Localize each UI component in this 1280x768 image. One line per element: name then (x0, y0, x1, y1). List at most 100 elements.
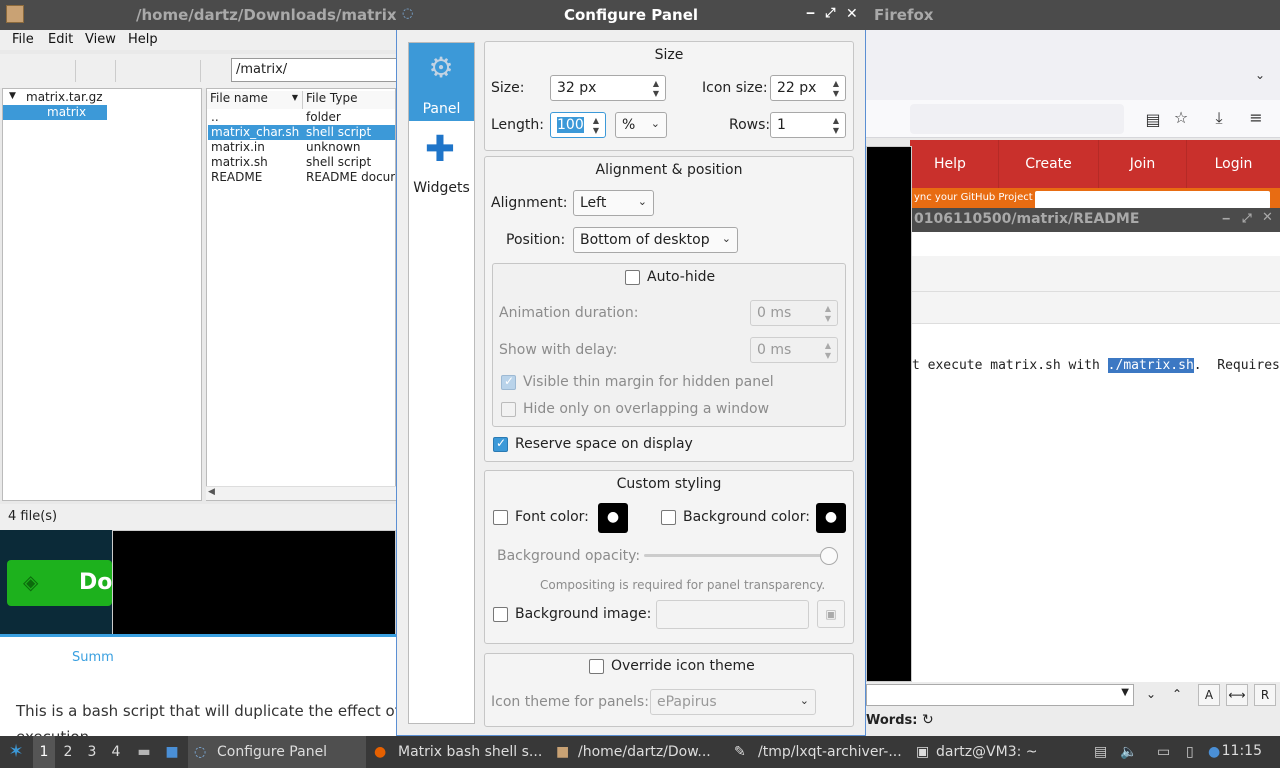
archive-path-input[interactable]: /matrix/ (231, 58, 401, 82)
expand-icon[interactable]: ▼ (9, 91, 16, 101)
start-menu-icon[interactable]: ✶ (4, 736, 28, 768)
spin-down-icon[interactable]: ▼ (830, 89, 842, 98)
tree-item-archive[interactable]: matrix.tar.gz (26, 90, 103, 104)
column-header-name[interactable]: File name ▼ (207, 91, 303, 109)
reader-view-icon[interactable]: ▤ (1141, 110, 1165, 129)
autohide-checkbox[interactable] (625, 270, 640, 285)
table-row[interactable]: README README docur (208, 170, 395, 185)
site-search-input[interactable] (1035, 191, 1270, 209)
overlap-checkbox[interactable] (501, 402, 516, 417)
icon-theme-select[interactable]: ePapirus ⌄ (650, 689, 816, 715)
close-icon[interactable]: ✕ (846, 6, 858, 22)
network-icon[interactable]: ▭ (1157, 744, 1170, 760)
rows-spinbox[interactable]: 1 ▲ ▼ (770, 112, 846, 138)
spin-up-icon[interactable]: ▲ (822, 304, 834, 313)
removable-media-icon[interactable]: ▯ (1186, 744, 1194, 760)
column-header-type[interactable]: File Type (303, 91, 395, 109)
find-prev-icon[interactable]: ⌃ (1166, 684, 1188, 706)
sidebar-item-panel[interactable]: ⚙ Panel (409, 43, 474, 121)
spin-down-icon[interactable]: ▼ (650, 89, 662, 98)
sidebar-item-widgets[interactable]: ✚ Widgets (409, 126, 474, 202)
close-icon[interactable]: ✕ (1262, 210, 1273, 225)
match-case-icon[interactable]: A (1198, 684, 1220, 706)
horizontal-scrollbar[interactable]: ◀ (206, 486, 396, 500)
maximize-icon[interactable]: ⤢ (1242, 211, 1252, 226)
opacity-slider-track[interactable] (644, 554, 838, 557)
spin-down-icon[interactable]: ▼ (830, 126, 842, 135)
spin-up-icon[interactable]: ▲ (822, 341, 834, 350)
table-row[interactable]: matrix_char.sh shell script (208, 125, 395, 140)
download-button[interactable]: ◈ Do (7, 560, 112, 606)
animation-duration-spinbox[interactable]: 0 ms ▲ ▼ (750, 300, 838, 326)
desktop-4[interactable]: 4 (105, 736, 127, 768)
background-image-checkbox[interactable] (493, 607, 508, 622)
task-configure-panel[interactable]: ◌ Configure Panel (188, 736, 366, 768)
notification-icon[interactable]: ● (1208, 744, 1220, 760)
desktop-2[interactable]: 2 (57, 736, 79, 768)
thin-margin-checkbox[interactable] (501, 374, 516, 390)
icon-size-spinbox[interactable]: 22 px ▲ ▼ (770, 75, 846, 101)
chevron-down-icon[interactable]: ▼ (1121, 687, 1129, 698)
menu-help[interactable]: Help (128, 32, 158, 47)
table-row[interactable]: matrix.in unknown (208, 140, 395, 155)
find-next-icon[interactable]: ⌄ (1140, 684, 1162, 706)
size-spinbox[interactable]: 32 px ▲ ▼ (550, 75, 666, 101)
find-input[interactable]: ▼ (866, 684, 1134, 706)
browse-image-button[interactable]: ▣ (817, 600, 845, 628)
length-unit-select[interactable]: % ⌄ (615, 112, 667, 138)
spin-up-icon[interactable]: ▲ (830, 79, 842, 88)
spin-up-icon[interactable]: ▲ (590, 116, 602, 125)
menu-view[interactable]: View (85, 32, 116, 47)
reserve-space-checkbox[interactable] (493, 436, 508, 452)
font-color-checkbox[interactable] (493, 510, 508, 525)
override-icon-theme-checkbox[interactable] (589, 659, 604, 674)
refresh-icon[interactable]: ↻ (922, 712, 934, 728)
spin-up-icon[interactable]: ▲ (830, 116, 842, 125)
tab-summary[interactable]: Summ (72, 650, 114, 665)
opacity-slider-handle[interactable] (820, 547, 838, 565)
tree-item-matrix[interactable]: matrix (47, 105, 86, 119)
menu-edit[interactable]: Edit (48, 32, 73, 47)
position-select[interactable]: Bottom of desktop ⌄ (573, 227, 738, 253)
nav-login[interactable]: Login (1186, 140, 1280, 188)
whole-word-icon[interactable]: ⟷ (1226, 684, 1248, 706)
chevron-down-icon[interactable]: ⌄ (1248, 68, 1272, 82)
font-color-button[interactable]: ● (598, 503, 628, 533)
task-terminal[interactable]: ▣ dartz@VM3: ~ (912, 736, 1062, 768)
download-icon[interactable]: ⤓ (1207, 108, 1231, 128)
task-firefox[interactable]: ● Matrix bash shell s... (370, 736, 550, 768)
regex-icon[interactable]: R (1254, 684, 1276, 706)
nav-help[interactable]: Help (910, 140, 990, 188)
spin-down-icon[interactable]: ▼ (822, 351, 834, 360)
show-desktop-icon[interactable]: ■ (160, 736, 184, 768)
clipboard-icon[interactable]: ▤ (1094, 744, 1107, 760)
column-name-label: File name (210, 91, 268, 105)
nav-create[interactable]: Create (998, 140, 1098, 188)
maximize-icon[interactable]: ⤢ (825, 6, 835, 21)
task-archiver[interactable]: ■ /home/dartz/Dow... (552, 736, 724, 768)
file-manager-icon[interactable]: ▬ (132, 736, 156, 768)
background-color-checkbox[interactable] (661, 510, 676, 525)
table-row[interactable]: .. folder (208, 110, 395, 125)
background-color-button[interactable]: ● (816, 503, 846, 533)
alignment-select[interactable]: Left ⌄ (573, 190, 654, 216)
volume-icon[interactable]: 🔈 (1120, 744, 1137, 760)
menu-file[interactable]: File (12, 32, 34, 47)
desktop-3[interactable]: 3 (81, 736, 103, 768)
desktop-1[interactable]: 1 (33, 736, 55, 768)
url-field[interactable] (910, 104, 1124, 134)
task-text-editor[interactable]: ✎ /tmp/lxqt-archiver-... (730, 736, 908, 768)
spin-up-icon[interactable]: ▲ (650, 79, 662, 88)
nav-join[interactable]: Join (1098, 140, 1186, 188)
minimize-icon[interactable]: ‒ (1222, 211, 1230, 225)
minimize-icon[interactable]: ‒ (806, 6, 815, 21)
spin-down-icon[interactable]: ▼ (822, 314, 834, 323)
spin-down-icon[interactable]: ▼ (590, 126, 602, 135)
bookmark-star-icon[interactable]: ☆ (1169, 108, 1193, 127)
length-spinbox[interactable]: 100 ▲ ▼ (550, 112, 606, 138)
menu-icon[interactable]: ≡ (1244, 108, 1268, 127)
table-row[interactable]: matrix.sh shell script (208, 155, 395, 170)
show-delay-spinbox[interactable]: 0 ms ▲ ▼ (750, 337, 838, 363)
scroll-left-icon[interactable]: ◀ (208, 487, 215, 497)
background-image-path-input[interactable] (656, 600, 809, 629)
